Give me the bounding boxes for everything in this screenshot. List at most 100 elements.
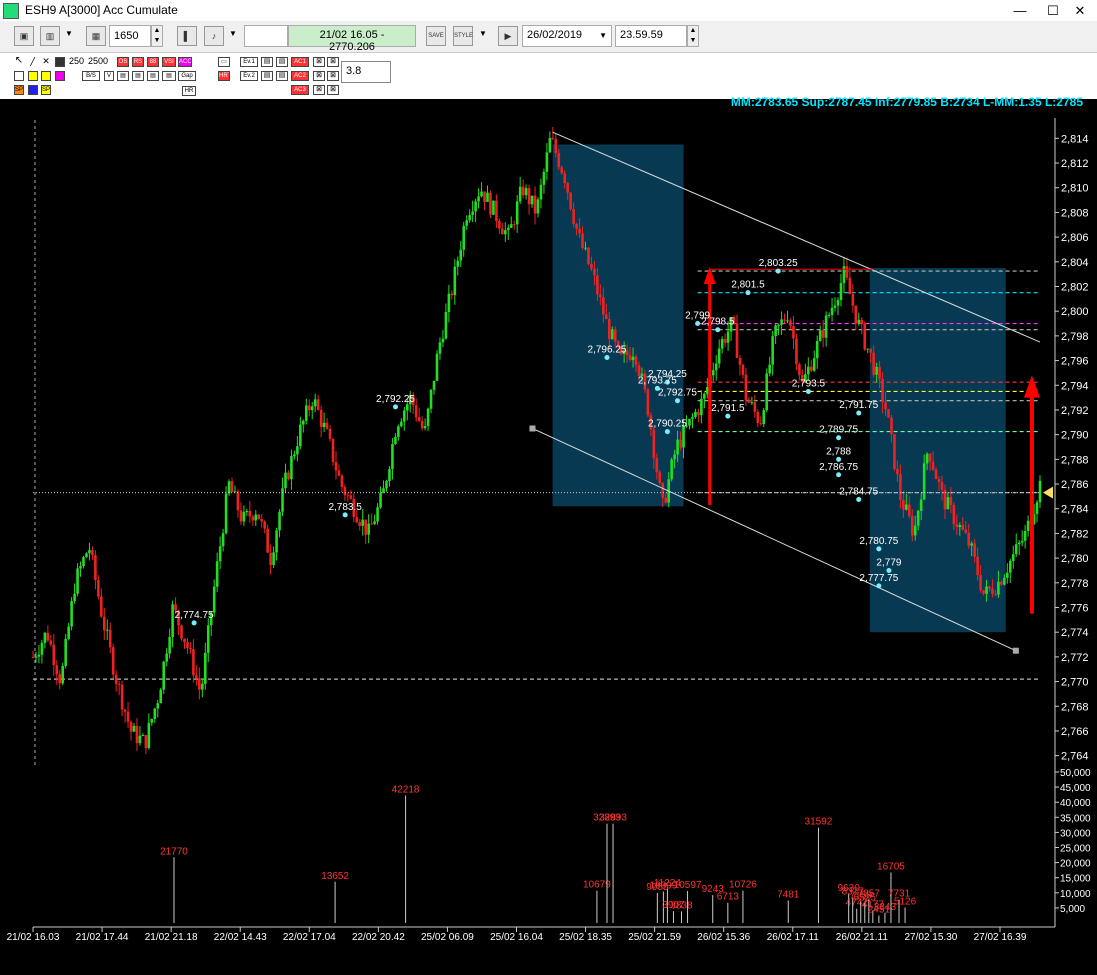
option-icon-2[interactable]: ⊠ [313,71,325,81]
blue-swatch[interactable] [28,85,38,95]
bars-spinner[interactable]: ▲ ▼ [151,25,163,47]
candle-body [423,426,427,429]
chevron-down-icon[interactable]: ▼ [65,29,73,51]
volume-label: 10597 [674,880,702,891]
vol-tick-label: 20,000 [1060,859,1091,870]
option-icon-3[interactable]: ⊠ [313,85,325,95]
bars-count-input[interactable] [109,25,151,47]
candle-body [919,499,923,511]
save-icon[interactable]: ▣ [14,26,34,46]
candles-icon[interactable]: ▌ [177,26,197,46]
candle-body [438,342,442,354]
tool-icon-a[interactable]: ▤ [261,57,273,67]
candle-body [432,380,436,390]
option-icon-6[interactable]: ⊠ [327,85,339,95]
x-tick-label: 22/02 20.42 [352,932,405,943]
bs-icon[interactable]: B/S [82,71,100,81]
play-icon[interactable]: ▶ [498,26,518,46]
ev2-icon[interactable]: Ev.2 [240,71,258,81]
sp-yellow-icon[interactable]: SP [41,85,51,95]
price-label: 2,798.5 [701,317,735,328]
candle-body [884,402,887,410]
grid-icon[interactable]: ▦ [86,26,106,46]
candle-body [780,319,783,325]
yellow-swatch[interactable] [28,71,38,81]
arrow-cursor-icon[interactable]: ↖ [14,57,24,67]
tool-icon-d[interactable]: ▤ [276,71,288,81]
ev1-icon[interactable]: Ev.1 [240,57,258,67]
sound-icon[interactable]: ♪ [204,26,224,46]
candle-body [1006,572,1009,578]
candle-body [815,340,819,359]
candle-body [334,462,338,471]
time-spinner[interactable]: ▲ ▼ [687,25,699,47]
mini-chart-icon-2[interactable]: ▤ [132,71,144,81]
y-tick-label: 2,808 [1061,207,1089,219]
white-swatch[interactable] [14,71,24,81]
mini-chart-icon-4[interactable]: ▤ [162,71,176,81]
label-dot [856,496,862,502]
candle-body [349,495,353,499]
tool-icon-b[interactable]: ▤ [261,71,273,81]
symbol-field[interactable] [244,25,288,47]
zoom-2500[interactable]: 2500 [88,56,108,66]
mini-chart-icon-3[interactable]: ▤ [147,71,159,81]
candle-body [691,417,694,419]
option-icon-4[interactable]: ⊠ [327,57,339,67]
cross-tool-icon[interactable]: ✕ [41,57,51,67]
88-icon[interactable]: 88 [147,57,159,67]
close-button[interactable]: ✕ [1060,1,1097,20]
label-dot [695,321,701,327]
os-icon[interactable]: OS [117,57,129,67]
mini-chart-icon[interactable]: ▤ [117,71,129,81]
time-input[interactable]: 23.59.59 [615,25,687,47]
gap-icon[interactable]: Gap [178,71,196,81]
date-select[interactable]: 26/02/2019 ▼ [522,25,612,47]
line-tool-icon[interactable]: ╱ [28,57,38,67]
hr-icon[interactable]: HR [182,86,196,96]
ac1-icon[interactable]: AC1 [291,57,309,67]
zoom-250[interactable]: 250 [69,56,84,66]
vsi-icon[interactable]: VSI [162,57,176,67]
option-icon-1[interactable]: ⊠ [313,57,325,67]
candle-body [293,454,296,457]
candle-style-icon[interactable] [55,57,65,67]
candle-body [610,329,614,340]
chart-type-icon[interactable]: ▥ [40,26,60,46]
candle-body [1000,581,1003,585]
chevron-down-icon[interactable]: ▼ [229,29,237,51]
yellow-swatch-2[interactable] [41,71,51,81]
candle-body [982,590,985,594]
label-dot [674,398,680,404]
candle-body [922,463,926,500]
acc-icon[interactable]: ACC [178,57,192,67]
threshold-input[interactable]: 3.8 [341,61,391,83]
candle-body [857,319,861,324]
candle-body [952,504,956,525]
rs-icon[interactable]: RS [132,57,144,67]
price-volume-chart[interactable]: 2,803.252,801.52,7992,798.52,796.252,794… [0,108,1097,975]
candle-body [524,188,528,196]
label-dot [715,327,721,333]
tool-icon-c[interactable]: ▤ [276,57,288,67]
window-title: ESH9 A[3000] Acc Cumulate [25,3,178,17]
candle-body [569,192,572,210]
save-chart-icon[interactable]: SAVE [426,26,446,46]
vol-tick-label: 45,000 [1060,783,1091,794]
hrt-icon[interactable]: HRT [218,71,230,81]
candle-body [58,674,62,684]
chevron-down-icon[interactable]: ▼ [479,29,487,51]
candle-body [590,264,593,269]
ruler-icon[interactable]: ▭ [218,57,230,67]
ac2-icon[interactable]: AC2 [291,71,309,81]
ac3-icon[interactable]: AC3 [291,85,309,95]
magenta-swatch[interactable] [55,71,65,81]
style-icon[interactable]: STYLE [453,26,473,46]
option-icon-5[interactable]: ⊠ [327,71,339,81]
volume-label: 42218 [392,785,420,796]
candle-body [1020,540,1024,543]
price-label: 2,784.75 [839,486,878,497]
sp-icon[interactable]: SP [14,85,24,95]
vs-icon[interactable]: V [104,71,114,81]
candle-body [37,654,41,657]
